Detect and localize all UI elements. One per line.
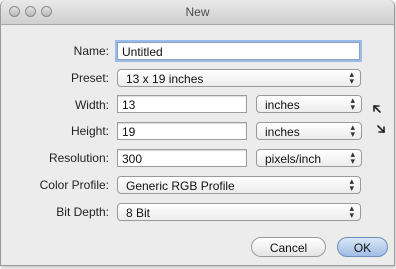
ok-button[interactable]: OK: [337, 237, 388, 257]
width-unit-popup[interactable]: inches ▴ ▾: [256, 95, 362, 113]
window-title: New: [185, 5, 210, 19]
color-profile-label: Color Profile:: [39, 178, 109, 192]
up-down-arrows-icon: ▴ ▾: [349, 69, 354, 86]
height-unit-popup[interactable]: inches ▴ ▾: [256, 122, 362, 140]
new-document-dialog: New Name: Untitled Preset: 13 x 19 inche…: [0, 0, 395, 266]
bit-depth-label: Bit Depth:: [56, 205, 109, 219]
width-unit-value: inches: [265, 98, 300, 112]
resolution-field[interactable]: 300: [117, 149, 247, 167]
name-label: Name:: [73, 44, 109, 58]
preset-label: Preset:: [70, 71, 109, 85]
resolution-unit-value: pixels/inch: [265, 152, 322, 166]
bit-depth-popup[interactable]: 8 Bit ▴ ▾: [117, 203, 361, 221]
width-field[interactable]: 13: [117, 95, 247, 113]
bit-depth-value: 8 Bit: [126, 206, 151, 220]
cancel-button[interactable]: Cancel: [251, 237, 326, 257]
resolution-label: Resolution:: [48, 151, 109, 165]
up-down-arrows-icon: ▴ ▾: [349, 176, 354, 193]
up-down-arrows-icon: ▴ ▾: [350, 122, 355, 139]
height-label: Height:: [70, 124, 109, 138]
aspect-link-icon[interactable]: [370, 103, 388, 135]
resolution-unit-popup[interactable]: pixels/inch ▴ ▾: [256, 149, 362, 167]
title-bar: New: [1, 0, 394, 25]
preset-popup[interactable]: 13 x 19 inches ▴ ▾: [117, 69, 361, 87]
preset-value: 13 x 19 inches: [126, 72, 204, 86]
up-down-arrows-icon: ▴ ▾: [350, 95, 355, 112]
color-profile-popup[interactable]: Generic RGB Profile ▴ ▾: [117, 176, 361, 194]
height-unit-value: inches: [265, 125, 300, 139]
color-profile-value: Generic RGB Profile: [126, 179, 235, 193]
name-field[interactable]: Untitled: [117, 42, 360, 60]
up-down-arrows-icon: ▴ ▾: [349, 203, 354, 220]
height-field[interactable]: 19: [117, 122, 247, 140]
up-down-arrows-icon: ▴ ▾: [350, 149, 355, 166]
width-label: Width:: [74, 98, 109, 112]
